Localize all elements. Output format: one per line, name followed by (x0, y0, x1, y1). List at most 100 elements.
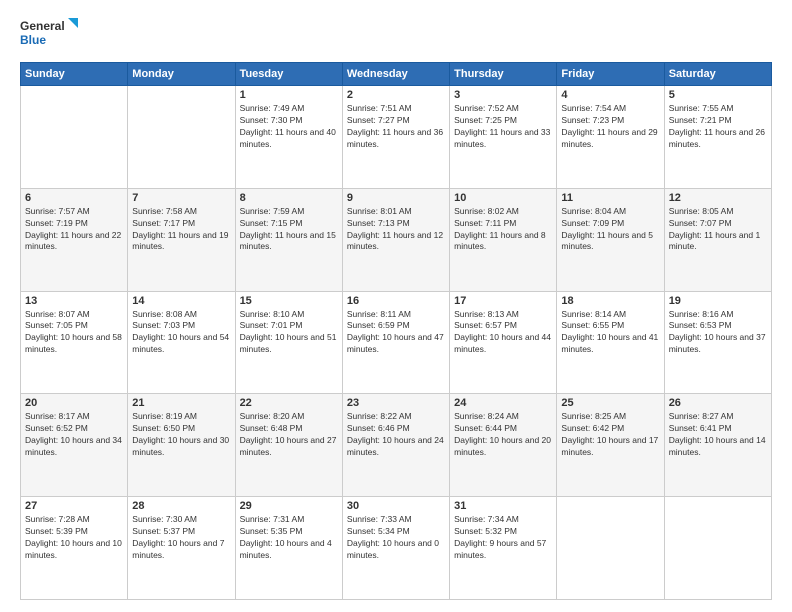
day-number: 13 (25, 295, 123, 307)
day-info: Sunrise: 8:25 AM Sunset: 6:42 PM Dayligh… (561, 411, 659, 459)
day-number: 14 (132, 295, 230, 307)
day-number: 7 (132, 192, 230, 204)
day-info: Sunrise: 7:30 AM Sunset: 5:37 PM Dayligh… (132, 514, 230, 562)
day-info: Sunrise: 7:54 AM Sunset: 7:23 PM Dayligh… (561, 103, 659, 151)
day-info: Sunrise: 8:14 AM Sunset: 6:55 PM Dayligh… (561, 309, 659, 357)
day-info: Sunrise: 7:34 AM Sunset: 5:32 PM Dayligh… (454, 514, 552, 562)
calendar-cell: 11Sunrise: 8:04 AM Sunset: 7:09 PM Dayli… (557, 188, 664, 291)
calendar-cell: 31 Sunrise: 7:34 AM Sunset: 5:32 PM Dayli… (450, 497, 557, 600)
calendar-cell: 27Sunrise: 7:28 AM Sunset: 5:39 PM Dayli… (21, 497, 128, 600)
day-number: 19 (669, 295, 767, 307)
calendar-cell (21, 86, 128, 189)
day-number: 1 (240, 89, 338, 101)
calendar-cell: 2Sunrise: 7:51 AM Sunset: 7:27 PM Daylig… (342, 86, 449, 189)
day-of-week-header: Tuesday (235, 63, 342, 86)
day-number: 26 (669, 397, 767, 409)
day-info: Sunrise: 8:10 AM Sunset: 7:01 PM Dayligh… (240, 309, 338, 357)
day-number: 9 (347, 192, 445, 204)
calendar-cell: 7 Sunrise: 7:58 AM Sunset: 7:17 PM Daylig… (128, 188, 235, 291)
calendar-cell: 13 Sunrise: 8:07 AM Sunset: 7:05 PM Dayli… (21, 291, 128, 394)
calendar-header-row: SundayMondayTuesdayWednesdayThursdayFrid… (21, 63, 772, 86)
logo-svg: General Blue (20, 16, 80, 52)
day-info: Sunrise: 8:08 AM Sunset: 7:03 PM Dayligh… (132, 309, 230, 357)
day-number: 23 (347, 397, 445, 409)
calendar-cell (557, 497, 664, 600)
calendar-cell: 21 Sunrise: 8:19 AM Sunset: 6:50 PM Dayli… (128, 394, 235, 497)
day-number: 12 (669, 192, 767, 204)
day-info: Sunrise: 7:49 AM Sunset: 7:30 PM Dayligh… (240, 103, 338, 151)
day-info: Sunrise: 8:02 AM Sunset: 7:11 PM Dayligh… (454, 206, 552, 254)
day-number: 6 (25, 192, 123, 204)
day-number: 4 (561, 89, 659, 101)
calendar-cell: 14 Sunrise: 8:08 AM Sunset: 7:03 PM Dayli… (128, 291, 235, 394)
logo: General Blue (20, 16, 80, 52)
day-info: Sunrise: 7:33 AM Sunset: 5:34 PM Dayligh… (347, 514, 445, 562)
day-number: 2 (347, 89, 445, 101)
calendar-cell: 17Sunrise: 8:13 AM Sunset: 6:57 PM Dayli… (450, 291, 557, 394)
calendar-cell: 20Sunrise: 8:17 AM Sunset: 6:52 PM Dayli… (21, 394, 128, 497)
calendar-cell: 18 Sunrise: 8:14 AM Sunset: 6:55 PM Dayli… (557, 291, 664, 394)
svg-text:General: General (20, 19, 65, 33)
calendar-cell: 24 Sunrise: 8:24 AM Sunset: 6:44 PM Dayli… (450, 394, 557, 497)
day-number: 24 (454, 397, 552, 409)
calendar-cell: 25 Sunrise: 8:25 AM Sunset: 6:42 PM Dayli… (557, 394, 664, 497)
calendar-cell: 5Sunrise: 7:55 AM Sunset: 7:21 PM Daylig… (664, 86, 771, 189)
day-info: Sunrise: 7:52 AM Sunset: 7:25 PM Dayligh… (454, 103, 552, 151)
day-info: Sunrise: 8:27 AM Sunset: 6:41 PM Dayligh… (669, 411, 767, 459)
svg-text:Blue: Blue (20, 33, 46, 47)
day-number: 15 (240, 295, 338, 307)
day-number: 21 (132, 397, 230, 409)
day-number: 8 (240, 192, 338, 204)
day-number: 16 (347, 295, 445, 307)
calendar-table: SundayMondayTuesdayWednesdayThursdayFrid… (20, 62, 772, 600)
day-info: Sunrise: 8:16 AM Sunset: 6:53 PM Dayligh… (669, 309, 767, 357)
day-number: 29 (240, 500, 338, 512)
day-info: Sunrise: 8:24 AM Sunset: 6:44 PM Dayligh… (454, 411, 552, 459)
day-info: Sunrise: 7:58 AM Sunset: 7:17 PM Dayligh… (132, 206, 230, 254)
calendar-cell: 28 Sunrise: 7:30 AM Sunset: 5:37 PM Dayli… (128, 497, 235, 600)
header: General Blue (20, 16, 772, 52)
day-info: Sunrise: 8:04 AM Sunset: 7:09 PM Dayligh… (561, 206, 659, 254)
calendar-week-row: 6 Sunrise: 7:57 AM Sunset: 7:19 PM Daylig… (21, 188, 772, 291)
day-info: Sunrise: 8:05 AM Sunset: 7:07 PM Dayligh… (669, 206, 767, 254)
day-info: Sunrise: 7:57 AM Sunset: 7:19 PM Dayligh… (25, 206, 123, 254)
calendar-cell: 3 Sunrise: 7:52 AM Sunset: 7:25 PM Daylig… (450, 86, 557, 189)
day-info: Sunrise: 7:31 AM Sunset: 5:35 PM Dayligh… (240, 514, 338, 562)
calendar-cell: 22Sunrise: 8:20 AM Sunset: 6:48 PM Dayli… (235, 394, 342, 497)
calendar-cell: 10 Sunrise: 8:02 AM Sunset: 7:11 PM Dayli… (450, 188, 557, 291)
calendar-cell: 26 Sunrise: 8:27 AM Sunset: 6:41 PM Dayli… (664, 394, 771, 497)
day-number: 28 (132, 500, 230, 512)
day-of-week-header: Thursday (450, 63, 557, 86)
calendar-cell (664, 497, 771, 600)
day-number: 3 (454, 89, 552, 101)
calendar-cell: 15 Sunrise: 8:10 AM Sunset: 7:01 PM Dayli… (235, 291, 342, 394)
day-number: 18 (561, 295, 659, 307)
day-info: Sunrise: 8:22 AM Sunset: 6:46 PM Dayligh… (347, 411, 445, 459)
calendar-cell: 8 Sunrise: 7:59 AM Sunset: 7:15 PM Daylig… (235, 188, 342, 291)
calendar-cell (128, 86, 235, 189)
day-of-week-header: Friday (557, 63, 664, 86)
calendar-cell: 29 Sunrise: 7:31 AM Sunset: 5:35 PM Dayli… (235, 497, 342, 600)
day-number: 25 (561, 397, 659, 409)
day-of-week-header: Monday (128, 63, 235, 86)
day-info: Sunrise: 8:17 AM Sunset: 6:52 PM Dayligh… (25, 411, 123, 459)
day-of-week-header: Saturday (664, 63, 771, 86)
day-info: Sunrise: 8:11 AM Sunset: 6:59 PM Dayligh… (347, 309, 445, 357)
calendar-cell: 1 Sunrise: 7:49 AM Sunset: 7:30 PM Daylig… (235, 86, 342, 189)
calendar-cell: 6 Sunrise: 7:57 AM Sunset: 7:19 PM Daylig… (21, 188, 128, 291)
calendar-cell: 16 Sunrise: 8:11 AM Sunset: 6:59 PM Dayli… (342, 291, 449, 394)
day-number: 30 (347, 500, 445, 512)
day-info: Sunrise: 7:55 AM Sunset: 7:21 PM Dayligh… (669, 103, 767, 151)
calendar-week-row: 20Sunrise: 8:17 AM Sunset: 6:52 PM Dayli… (21, 394, 772, 497)
calendar-week-row: 27Sunrise: 7:28 AM Sunset: 5:39 PM Dayli… (21, 497, 772, 600)
calendar-week-row: 1 Sunrise: 7:49 AM Sunset: 7:30 PM Daylig… (21, 86, 772, 189)
day-info: Sunrise: 8:19 AM Sunset: 6:50 PM Dayligh… (132, 411, 230, 459)
day-number: 31 (454, 500, 552, 512)
day-number: 27 (25, 500, 123, 512)
calendar-cell: 19 Sunrise: 8:16 AM Sunset: 6:53 PM Dayli… (664, 291, 771, 394)
day-number: 10 (454, 192, 552, 204)
day-info: Sunrise: 7:59 AM Sunset: 7:15 PM Dayligh… (240, 206, 338, 254)
day-of-week-header: Wednesday (342, 63, 449, 86)
calendar-cell: 4 Sunrise: 7:54 AM Sunset: 7:23 PM Daylig… (557, 86, 664, 189)
day-info: Sunrise: 8:07 AM Sunset: 7:05 PM Dayligh… (25, 309, 123, 357)
